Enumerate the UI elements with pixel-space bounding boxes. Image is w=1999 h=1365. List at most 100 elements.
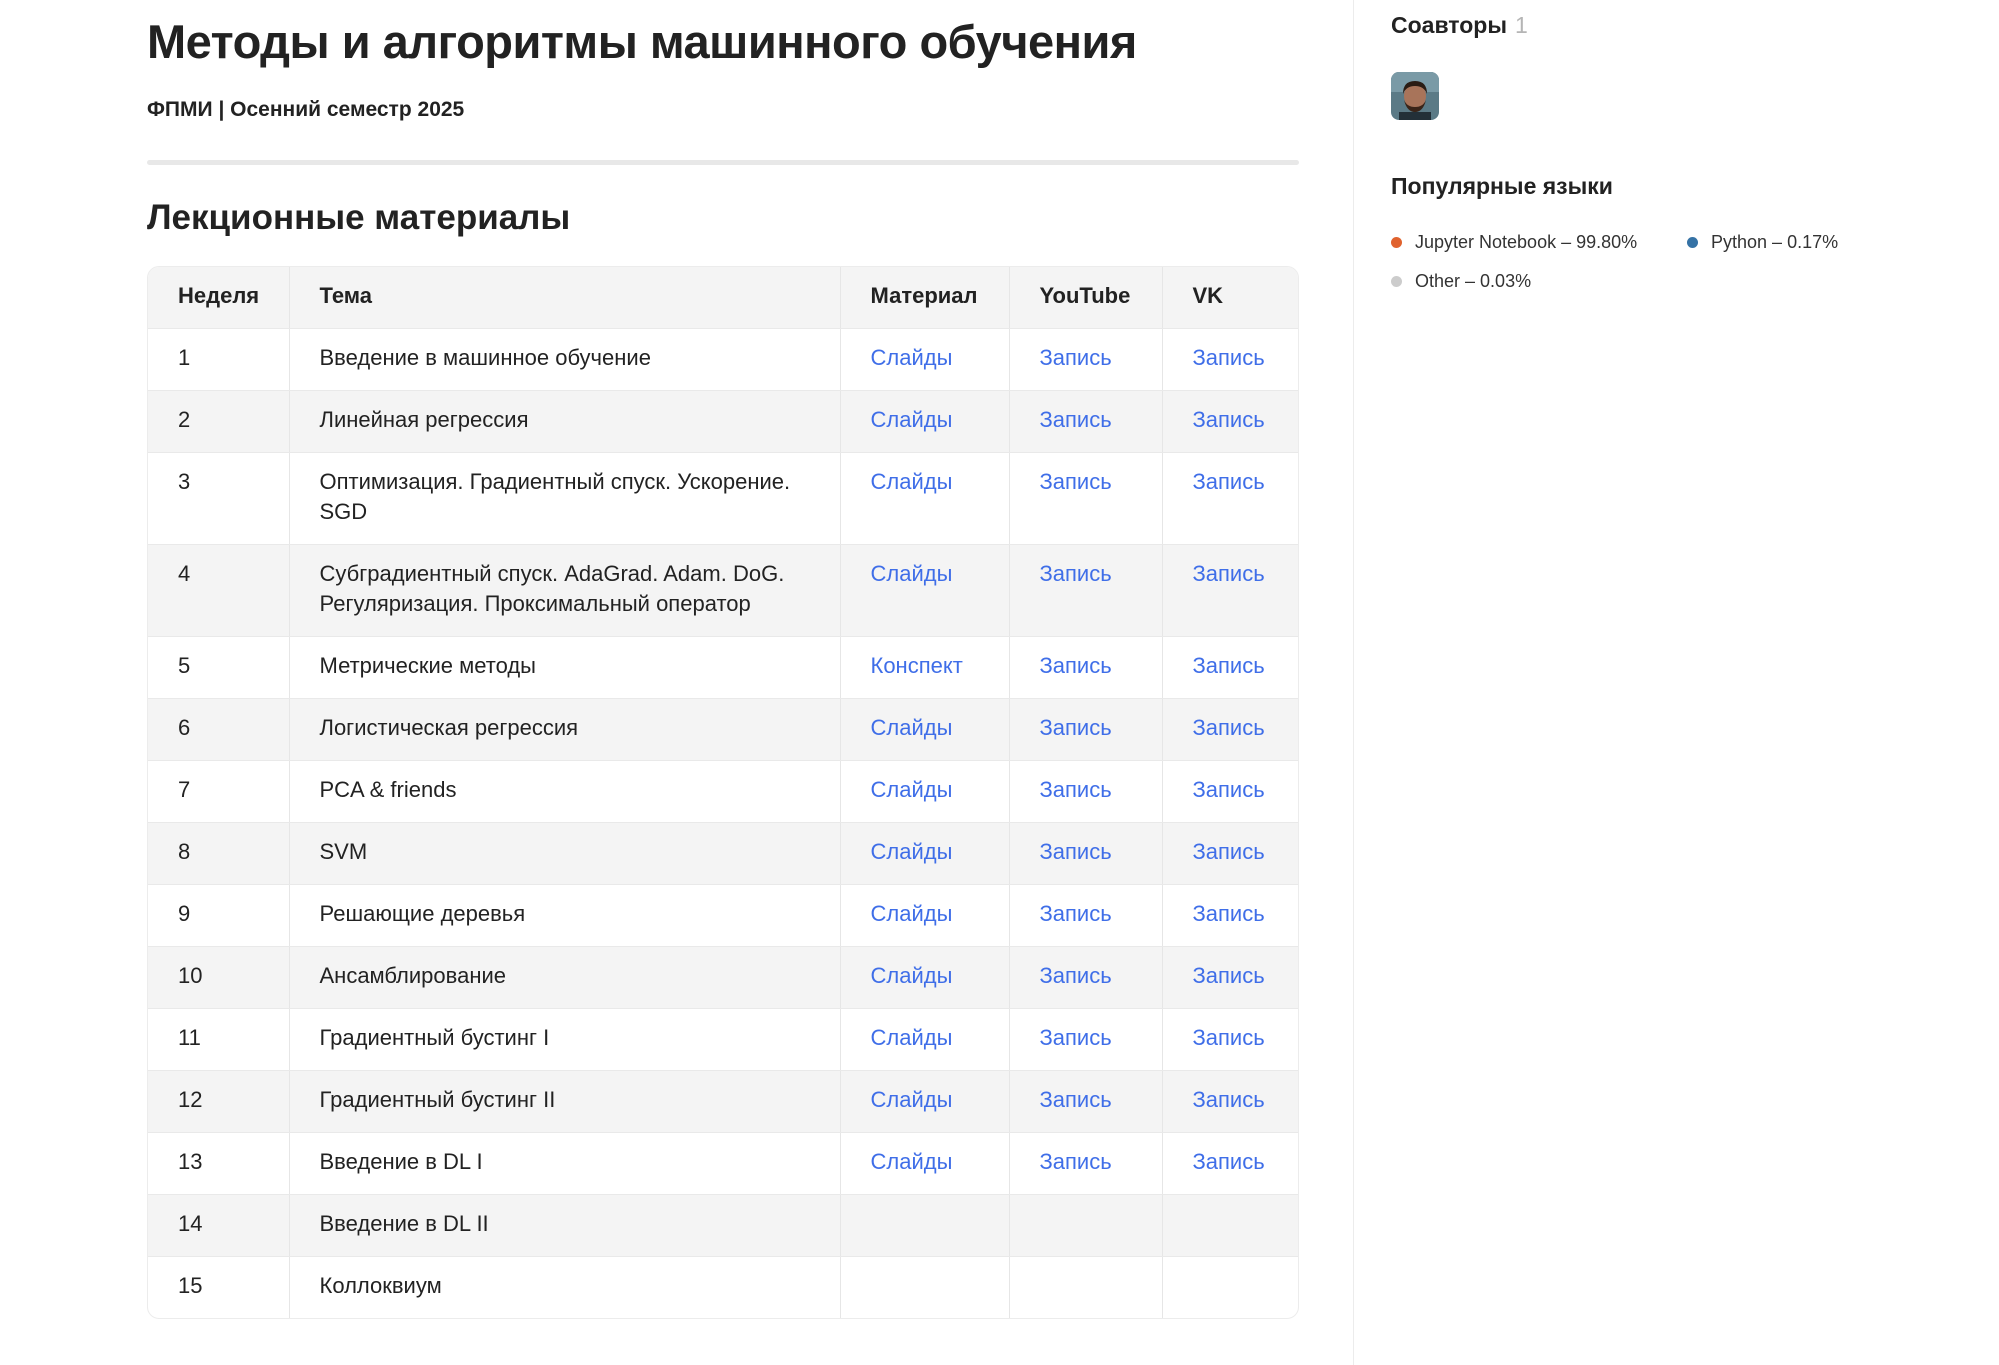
vk-link[interactable]: Запись xyxy=(1193,1087,1265,1112)
coauthors-title: Соавторы xyxy=(1391,12,1507,38)
table-row: 4 Субградиентный спуск. AdaGrad. Adam. Do… xyxy=(148,544,1298,637)
youtube-link[interactable]: Запись xyxy=(1040,345,1112,370)
vk-link[interactable]: Запись xyxy=(1193,561,1265,586)
page-subtitle: ФПМИ | Осенний семестр 2025 xyxy=(147,98,465,121)
vk-link[interactable]: Запись xyxy=(1193,777,1265,802)
youtube-link[interactable]: Запись xyxy=(1040,407,1112,432)
cell-vk: Запись xyxy=(1162,1070,1298,1133)
divider xyxy=(147,160,1299,165)
language-name: Jupyter Notebook xyxy=(1415,232,1557,252)
language-color-dot xyxy=(1391,276,1402,287)
vk-link[interactable]: Запись xyxy=(1193,653,1265,678)
header-material: Материал xyxy=(840,267,1010,329)
material-link[interactable]: Слайды xyxy=(871,1025,953,1050)
cell-material: Слайды xyxy=(840,390,1010,453)
cell-vk: Запись xyxy=(1162,390,1298,453)
youtube-link[interactable]: Запись xyxy=(1040,963,1112,988)
youtube-link[interactable]: Запись xyxy=(1040,901,1112,926)
lectures-table: Неделя Тема Материал YouTube VK 1 Введени… xyxy=(147,266,1299,1319)
cell-material: Слайды xyxy=(840,760,1010,823)
language-item-python: Python – 0.17% xyxy=(1687,232,1838,253)
vk-link[interactable]: Запись xyxy=(1193,839,1265,864)
cell-vk: Запись xyxy=(1162,884,1298,947)
header-topic: Тема xyxy=(289,267,841,329)
cell-week: 5 xyxy=(148,636,290,699)
material-link[interactable]: Слайды xyxy=(871,1087,953,1112)
youtube-link[interactable]: Запись xyxy=(1040,653,1112,678)
vk-link[interactable]: Запись xyxy=(1193,407,1265,432)
language-color-dot xyxy=(1391,237,1402,248)
cell-material: Слайды xyxy=(840,1070,1010,1133)
cell-topic: Решающие деревья xyxy=(289,884,841,947)
vk-link[interactable]: Запись xyxy=(1193,901,1265,926)
user-avatar-icon[interactable] xyxy=(1391,72,1439,120)
cell-youtube: Запись xyxy=(1009,1070,1163,1133)
cell-topic: SVM xyxy=(289,822,841,885)
table-header-row: Неделя Тема Материал YouTube VK xyxy=(148,267,1298,329)
vk-link[interactable]: Запись xyxy=(1193,345,1265,370)
page-title: Методы и алгоритмы машинного обучения xyxy=(147,15,1137,68)
cell-vk: Запись xyxy=(1162,636,1298,699)
vk-link[interactable]: Запись xyxy=(1193,963,1265,988)
cell-material: Слайды xyxy=(840,884,1010,947)
material-link[interactable]: Слайды xyxy=(871,407,953,432)
material-link[interactable]: Конспект xyxy=(871,653,963,678)
header-vk: VK xyxy=(1162,267,1298,329)
cell-vk: Запись xyxy=(1162,328,1298,391)
youtube-link[interactable]: Запись xyxy=(1040,1087,1112,1112)
material-link[interactable]: Слайды xyxy=(871,777,953,802)
cell-topic: Линейная регрессия xyxy=(289,390,841,453)
cell-topic: Оптимизация. Градиентный спуск. Ускорени… xyxy=(289,452,841,545)
material-link[interactable]: Слайды xyxy=(871,345,953,370)
cell-material xyxy=(840,1194,1010,1257)
cell-youtube: Запись xyxy=(1009,544,1163,637)
cell-week: 6 xyxy=(148,698,290,761)
table-row: 15 Коллоквиум xyxy=(148,1256,1298,1318)
cell-youtube: Запись xyxy=(1009,946,1163,1009)
table-row: 9 Решающие деревья Слайды Запись Запись xyxy=(148,884,1298,947)
cell-week: 13 xyxy=(148,1132,290,1195)
cell-youtube: Запись xyxy=(1009,390,1163,453)
material-link[interactable]: Слайды xyxy=(871,839,953,864)
material-link[interactable]: Слайды xyxy=(871,1149,953,1174)
youtube-link[interactable]: Запись xyxy=(1040,1025,1112,1050)
cell-week: 9 xyxy=(148,884,290,947)
cell-week: 7 xyxy=(148,760,290,823)
cell-material: Слайды xyxy=(840,698,1010,761)
cell-youtube: Запись xyxy=(1009,636,1163,699)
vk-link[interactable]: Запись xyxy=(1193,1149,1265,1174)
cell-vk: Запись xyxy=(1162,946,1298,1009)
youtube-link[interactable]: Запись xyxy=(1040,561,1112,586)
header-youtube: YouTube xyxy=(1009,267,1163,329)
coauthors-heading: Соавторы 1 xyxy=(1391,12,1528,39)
youtube-link[interactable]: Запись xyxy=(1040,715,1112,740)
material-link[interactable]: Слайды xyxy=(871,469,953,494)
language-percent: 0.17% xyxy=(1787,232,1839,252)
cell-vk: Запись xyxy=(1162,822,1298,885)
cell-week: 10 xyxy=(148,946,290,1009)
material-link[interactable]: Слайды xyxy=(871,561,953,586)
vk-link[interactable]: Запись xyxy=(1193,715,1265,740)
material-link[interactable]: Слайды xyxy=(871,901,953,926)
cell-week: 4 xyxy=(148,544,290,637)
vk-link[interactable]: Запись xyxy=(1193,1025,1265,1050)
youtube-link[interactable]: Запись xyxy=(1040,469,1112,494)
cell-topic: Ансамблирование xyxy=(289,946,841,1009)
youtube-link[interactable]: Запись xyxy=(1040,777,1112,802)
cell-material: Слайды xyxy=(840,544,1010,637)
cell-topic: Метрические методы xyxy=(289,636,841,699)
cell-vk: Запись xyxy=(1162,452,1298,545)
vk-link[interactable]: Запись xyxy=(1193,469,1265,494)
cell-youtube: Запись xyxy=(1009,1132,1163,1195)
cell-week: 14 xyxy=(148,1194,290,1257)
cell-vk xyxy=(1162,1194,1298,1257)
youtube-link[interactable]: Запись xyxy=(1040,1149,1112,1174)
material-link[interactable]: Слайды xyxy=(871,715,953,740)
language-percent: 0.03% xyxy=(1480,271,1532,291)
youtube-link[interactable]: Запись xyxy=(1040,839,1112,864)
cell-topic: Введение в DL II xyxy=(289,1194,841,1257)
table-row: 6 Логистическая регрессия Слайды Запись Запи… xyxy=(148,698,1298,761)
material-link[interactable]: Слайды xyxy=(871,963,953,988)
coauthors-count: 1 xyxy=(1515,12,1528,38)
language-percent: 99.80% xyxy=(1576,232,1638,252)
